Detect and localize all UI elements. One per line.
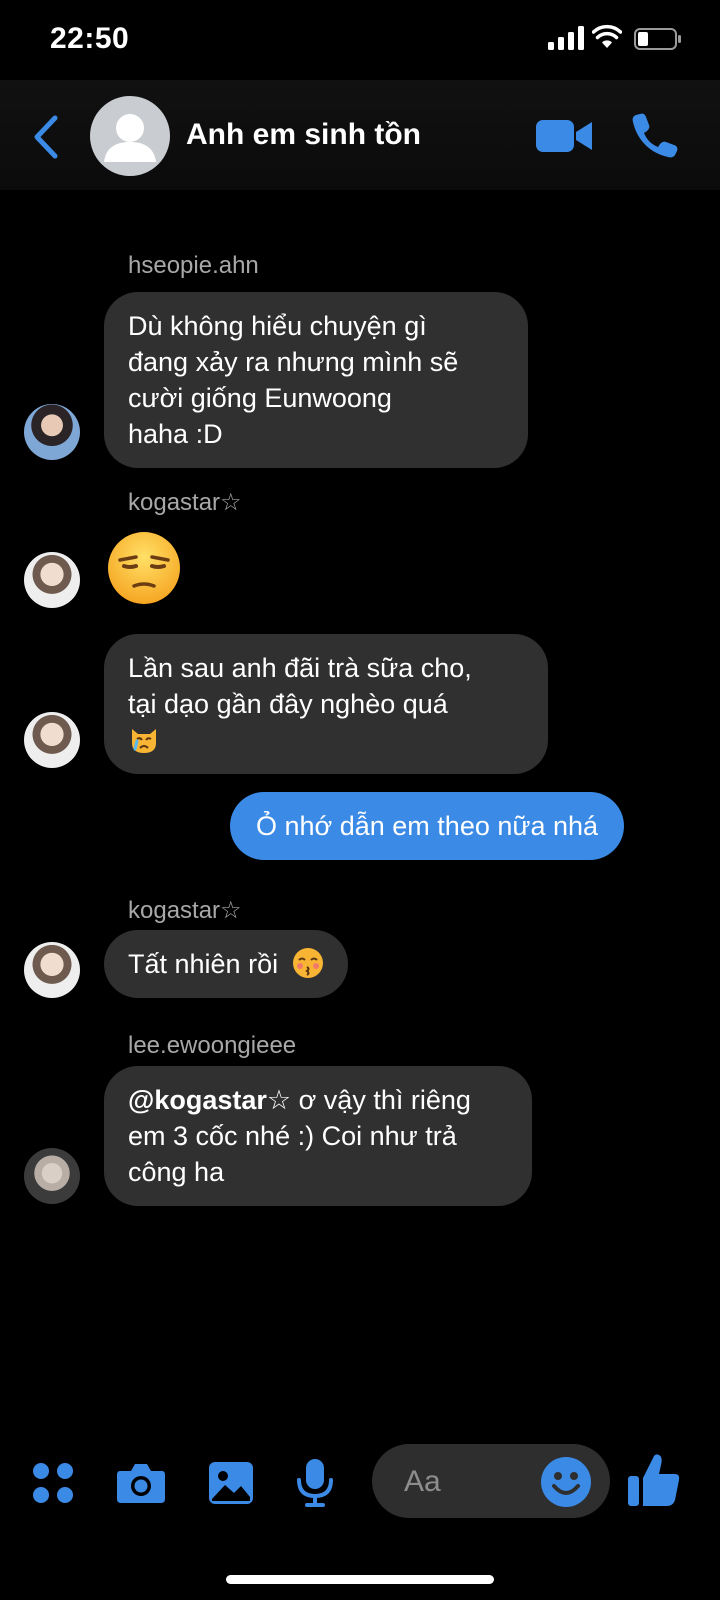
gallery-button[interactable] xyxy=(206,1458,256,1508)
message-emoji-line xyxy=(128,722,524,758)
message-line: em 3 cốc nhé :) Coi như trả xyxy=(128,1121,457,1151)
avatar-kogastar[interactable] xyxy=(24,942,80,998)
message-input[interactable]: Aa xyxy=(372,1444,610,1518)
message-line: @kogastar☆ ơ vậy thì riêng xyxy=(128,1082,508,1118)
message-bubble[interactable]: Dù không hiểu chuyện gì đang xảy ra nhưn… xyxy=(104,292,528,468)
home-indicator xyxy=(226,1575,494,1584)
microphone-icon xyxy=(297,1459,333,1507)
message-line: tại dạo gần đây nghèo quá xyxy=(128,689,448,719)
mention-tag[interactable]: @kogastar☆ xyxy=(128,1085,291,1115)
message-line: cười giống Eunwoong xyxy=(128,383,392,413)
message-line: Dù không hiểu chuyện gì xyxy=(128,311,427,341)
cellular-signal-icon xyxy=(548,26,584,50)
sender-name: kogastar☆ xyxy=(128,897,242,924)
sender-name: kogastar☆ xyxy=(128,489,242,516)
composer-bar: Aa xyxy=(0,1432,720,1532)
group-avatar[interactable] xyxy=(90,96,170,176)
video-camera-icon xyxy=(536,120,592,152)
sender-name: lee.ewoongieee xyxy=(128,1032,297,1059)
kissing-face-emoji xyxy=(292,948,323,978)
avatar-lee-ewoong[interactable] xyxy=(24,1148,80,1204)
person-placeholder-icon xyxy=(104,114,156,162)
like-button[interactable] xyxy=(626,1450,682,1510)
status-time: 22:50 xyxy=(50,22,130,55)
voice-call-button[interactable] xyxy=(630,110,680,160)
message-line: công ha xyxy=(128,1157,225,1187)
back-button[interactable] xyxy=(26,112,66,162)
back-chevron-icon xyxy=(34,115,58,159)
unamused-face-emoji[interactable] xyxy=(106,530,182,606)
message-text: ơ vậy thì riêng xyxy=(291,1085,471,1115)
battery-icon xyxy=(634,28,681,50)
message-line: đang xảy ra nhưng mình sẽ xyxy=(128,347,459,377)
photo-icon xyxy=(209,1462,253,1504)
message-line: Lần sau anh đãi trà sữa cho, xyxy=(128,653,472,683)
chat-header: Anh em sinh tồn xyxy=(0,80,720,190)
message-bubble[interactable]: Tất nhiên rồi xyxy=(104,930,348,998)
avatar-kogastar[interactable] xyxy=(24,712,80,768)
status-bar: 22:50 xyxy=(0,0,720,80)
video-call-button[interactable] xyxy=(536,114,594,158)
camera-icon xyxy=(117,1464,165,1503)
apps-button[interactable] xyxy=(28,1458,78,1508)
message-bubble[interactable]: @kogastar☆ ơ vậy thì riêng em 3 cốc nhé … xyxy=(104,1066,532,1206)
phone-icon xyxy=(632,113,678,158)
wifi-icon xyxy=(592,24,622,48)
avatar-hseopie[interactable] xyxy=(24,404,80,460)
message-text: Tất nhiên rồi xyxy=(128,949,279,979)
crying-cat-emoji xyxy=(132,729,156,753)
voice-message-button[interactable] xyxy=(290,1458,340,1508)
camera-button[interactable] xyxy=(116,1458,166,1508)
smiley-icon[interactable] xyxy=(540,1456,592,1508)
message-bubble[interactable]: Lần sau anh đãi trà sữa cho, tại dạo gần… xyxy=(104,634,548,774)
sender-name: hseopie.ahn xyxy=(128,252,259,279)
input-placeholder: Aa xyxy=(404,1465,441,1498)
apps-grid-icon xyxy=(33,1463,73,1503)
avatar-kogastar[interactable] xyxy=(24,552,80,608)
message-line: haha :D xyxy=(128,419,223,449)
thumbs-up-icon xyxy=(628,1454,680,1506)
chat-title[interactable]: Anh em sinh tồn xyxy=(186,118,421,152)
outgoing-message-bubble[interactable]: Ỏ nhớ dẫn em theo nữa nhá xyxy=(230,792,625,860)
